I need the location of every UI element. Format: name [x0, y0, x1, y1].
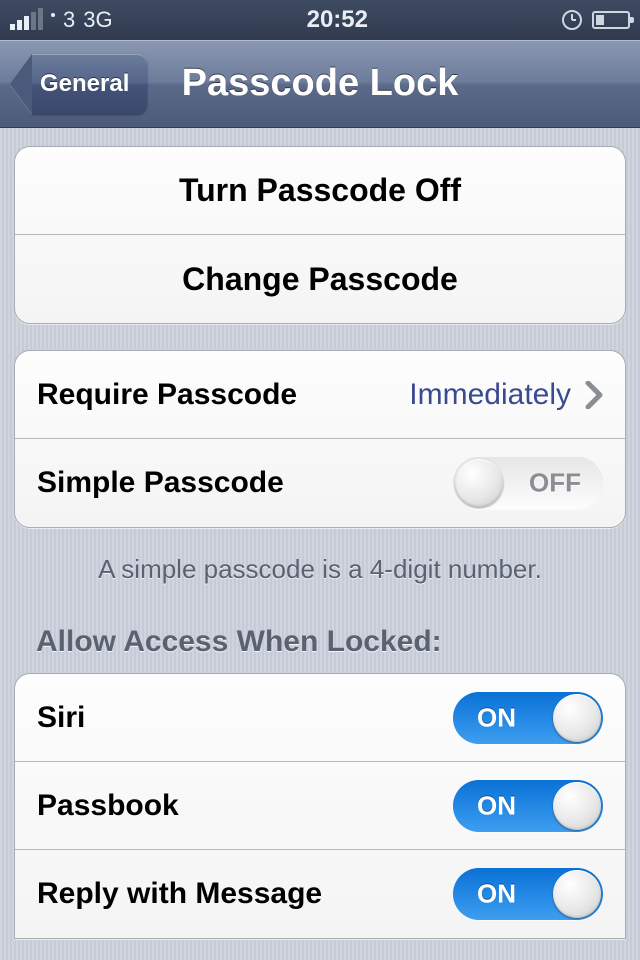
- battery-icon: [592, 11, 630, 29]
- change-passcode-button[interactable]: Change Passcode: [15, 235, 625, 323]
- require-passcode-value: Immediately: [409, 378, 571, 412]
- network-label: 3G: [83, 7, 112, 33]
- siri-toggle[interactable]: ON: [453, 692, 603, 744]
- turn-passcode-off-label: Turn Passcode Off: [179, 172, 461, 209]
- siri-label: Siri: [37, 701, 85, 735]
- toggle-on-text: ON: [477, 702, 516, 733]
- alarm-icon: [562, 10, 582, 30]
- reply-message-toggle[interactable]: ON: [453, 868, 603, 920]
- simple-passcode-footer: A simple passcode is a 4-digit number.: [14, 554, 626, 615]
- allow-access-group: Siri ON Passbook ON Reply with Message O…: [14, 673, 626, 939]
- toggle-knob: [553, 694, 601, 742]
- require-passcode-label: Require Passcode: [37, 378, 297, 412]
- back-button[interactable]: General: [10, 54, 147, 114]
- simple-passcode-toggle[interactable]: OFF: [453, 457, 603, 509]
- toggle-on-text: ON: [477, 790, 516, 821]
- toggle-knob: [455, 459, 503, 507]
- reply-message-row: Reply with Message ON: [15, 850, 625, 938]
- toggle-off-text: OFF: [529, 468, 581, 499]
- passcode-actions-group: Turn Passcode Off Change Passcode: [14, 146, 626, 324]
- chevron-right-icon: [585, 381, 603, 409]
- signal-strength-icon: [10, 10, 43, 30]
- toggle-knob: [553, 782, 601, 830]
- back-button-label: General: [32, 54, 147, 114]
- passbook-label: Passbook: [37, 789, 179, 823]
- passbook-row: Passbook ON: [15, 762, 625, 850]
- turn-passcode-off-button[interactable]: Turn Passcode Off: [15, 147, 625, 235]
- status-bar: 3 3G 20:52: [0, 0, 640, 40]
- passbook-toggle[interactable]: ON: [453, 780, 603, 832]
- clock-time: 20:52: [113, 6, 562, 34]
- toggle-knob: [553, 870, 601, 918]
- toggle-on-text: ON: [477, 879, 516, 910]
- nav-bar: General Passcode Lock: [0, 40, 640, 128]
- siri-row: Siri ON: [15, 674, 625, 762]
- allow-access-header: Allow Access When Locked:: [14, 615, 626, 673]
- passcode-options-group: Require Passcode Immediately Simple Pass…: [14, 350, 626, 528]
- simple-passcode-row: Simple Passcode OFF: [15, 439, 625, 527]
- carrier-label: 3: [63, 7, 75, 33]
- change-passcode-label: Change Passcode: [182, 261, 458, 298]
- reply-message-label: Reply with Message: [37, 877, 322, 911]
- require-passcode-row[interactable]: Require Passcode Immediately: [15, 351, 625, 439]
- simple-passcode-label: Simple Passcode: [37, 466, 284, 500]
